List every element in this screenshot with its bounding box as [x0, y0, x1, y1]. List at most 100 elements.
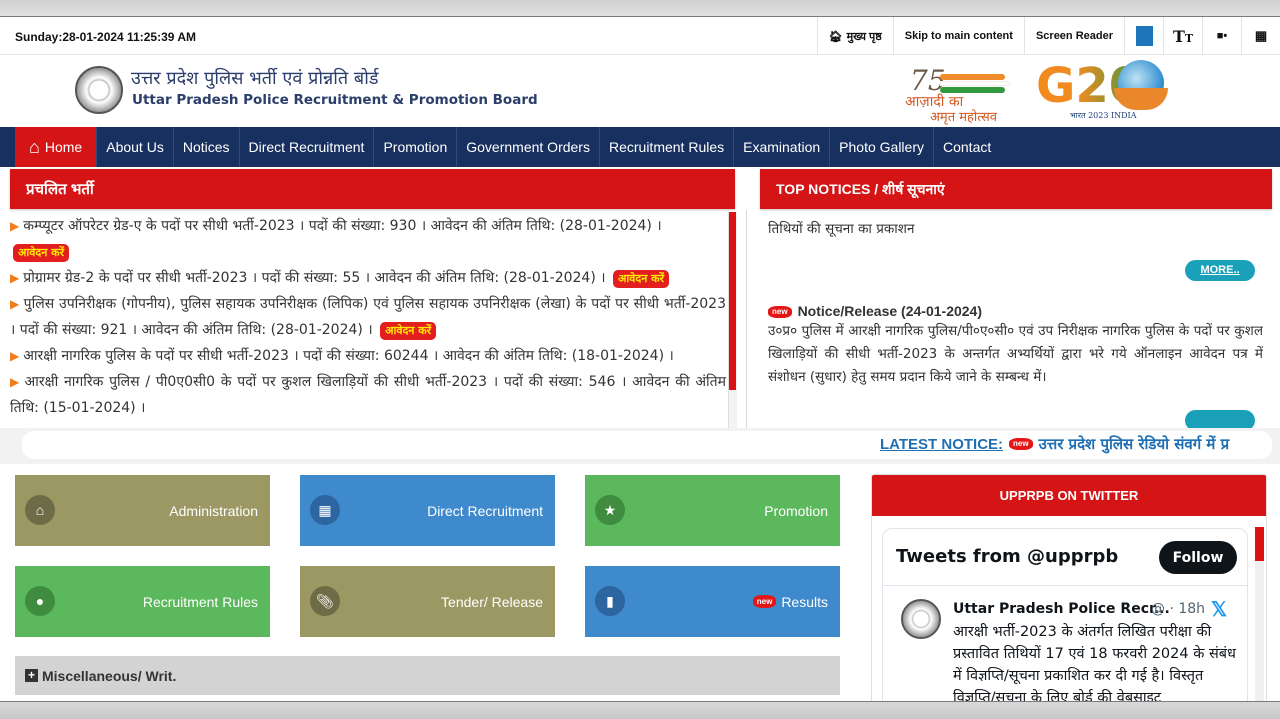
bookmark-icon: ▮ [595, 586, 625, 616]
nav-examination[interactable]: Examination [734, 127, 831, 167]
site-title-english: Uttar Pradesh Police Recruitment & Promo… [132, 92, 538, 108]
twitter-scrollbar-thumb[interactable] [1255, 527, 1264, 561]
nav-contact[interactable]: Contact [934, 127, 1000, 167]
twitter-separator [883, 585, 1247, 586]
miscellaneous-writ-accordion[interactable]: + Miscellaneous/ Writ. [15, 656, 840, 695]
nav-about-us[interactable]: About Us [97, 127, 174, 167]
nav-promotion[interactable]: Promotion [374, 127, 458, 167]
nav-home-label: Home [44, 139, 83, 155]
twitter-title[interactable]: Tweets from @upprpb [896, 546, 1118, 567]
avatar[interactable] [901, 599, 941, 639]
home-icon: ⌂ [25, 495, 55, 525]
more-button-2[interactable] [1185, 410, 1255, 430]
recruitment-item-text: आरक्षी नागरिक पुलिस / पी0ए0सी0 के पदों प… [10, 374, 726, 416]
person-icon: ● [25, 586, 55, 616]
tile-label: Results [781, 593, 828, 610]
tile-label: Promotion [764, 502, 828, 519]
social-media-button[interactable]: ■• [1202, 17, 1241, 55]
notice-text[interactable]: उ०प्र० पुलिस में आरक्षी नागरिक पुलिस/पी०… [768, 320, 1263, 389]
tile-label: Direct Recruitment [427, 502, 543, 519]
tile-tender-release[interactable]: 📎︎ Tender/ Release [300, 566, 555, 637]
apply-button[interactable]: आवेदन करें [13, 244, 70, 262]
recruitment-item-text: आरक्षी नागरिक पुलिस के पदों पर सीधी भर्त… [23, 348, 674, 364]
tile-label: Tender/ Release [441, 593, 543, 610]
current-recruitment-list: ▶ कम्प्यूटर ऑपरेटर ग्रेड-ए के पदों पर सीध… [0, 210, 736, 430]
x-logo-icon[interactable]: 𝕏 [1211, 597, 1227, 622]
apply-button[interactable]: आवेदन करें [613, 270, 670, 288]
arrow-right-icon: ▶ [10, 375, 21, 389]
arrow-right-icon: ▶ [10, 349, 20, 363]
nav-direct-recruitment[interactable]: Direct Recruitment [240, 127, 375, 167]
social-media-icon: ■• [1216, 30, 1228, 42]
color-theme-button[interactable] [1124, 17, 1163, 55]
panel-divider [746, 210, 747, 432]
nav-government-orders[interactable]: Government Orders [457, 127, 600, 167]
azadi-ka-amrit-mahotsav-logo: 75 आज़ादी का अमृत महोत्सव [900, 64, 1022, 125]
nav-recruitment-rules[interactable]: Recruitment Rules [600, 127, 735, 167]
medal-icon: ★ [595, 495, 625, 525]
tweet-author-name[interactable]: Uttar Pradesh Police Recr... [953, 601, 1170, 617]
recruitment-item[interactable]: ▶ आरक्षी नागरिक पुलिस / पी0ए0सी0 के पदों … [10, 369, 726, 421]
recruitment-item[interactable]: ▶ आरक्षी नागरिक पुलिस के पदों पर सीधी भर्… [10, 343, 726, 369]
home-hindi-label: मुख्य पृष्ठ [846, 30, 882, 43]
flag-stripe-white [940, 81, 1010, 86]
text-size-icon: TT [1172, 26, 1194, 46]
tile-promotion[interactable]: ★ Promotion [585, 475, 840, 546]
follow-button[interactable]: Follow [1159, 541, 1237, 574]
plus-icon: + [25, 669, 38, 682]
recruitment-item-text: कम्प्यूटर ऑपरेटर ग्रेड-ए के पदों पर सीधी… [23, 218, 662, 234]
sitemap-button[interactable]: ▦ [1241, 17, 1280, 55]
home-hindi-link[interactable]: 🏠︎ मुख्य पृष्ठ [816, 17, 893, 55]
recruitment-item-text: प्रोग्रामर ग्रेड-2 के पदों पर सीधी भर्ती… [23, 270, 606, 286]
g20-logo: G20 भारत 2023 INDIA [1036, 58, 1171, 124]
tile-label: Recruitment Rules [142, 593, 258, 610]
nav-notices[interactable]: Notices [174, 127, 240, 167]
nav-photo-gallery[interactable]: Photo Gallery [830, 127, 934, 167]
screen-reader-link[interactable]: Screen Reader [1023, 17, 1124, 55]
recruitment-item[interactable]: ▶ प्रोग्रामर ग्रेड-2 के पदों पर सीधी भर्त… [10, 265, 726, 291]
latest-notice-label[interactable]: LATEST NOTICE: [880, 436, 1003, 453]
text-size-button[interactable]: TT [1163, 17, 1202, 55]
tile-recruitment-rules[interactable]: ● Recruitment Rules [15, 566, 270, 637]
tile-direct-recruitment[interactable]: ▦ Direct Recruitment [300, 475, 555, 546]
misc-label: Miscellaneous/ Writ. [42, 667, 177, 684]
tile-label: Administration [169, 502, 258, 519]
twitter-panel: UPPRPB ON TWITTER Tweets from @upprpb Fo… [871, 474, 1267, 704]
site-title-hindi: उत्तर प्रदेश पुलिस भर्ती एवं प्रोन्नति ब… [131, 68, 379, 89]
recruitment-item-text: पुलिस उपनिरीक्षक (गोपनीय), पुलिस सहायक उ… [10, 296, 726, 338]
new-badge-icon: new [768, 305, 792, 318]
browser-chrome-bottom [0, 701, 1280, 719]
skip-to-main-content-link[interactable]: Skip to main content [892, 17, 1024, 55]
latest-notice-text[interactable]: उत्तर प्रदेश पुलिस रेडियो संवर्ग में प्र [1039, 434, 1230, 454]
board-emblem-logo[interactable] [75, 66, 123, 114]
home-icon: 🏠︎ [828, 30, 843, 43]
recruitment-item[interactable]: ▶ पुलिस उपनिरीक्षक (गोपनीय), पुलिस सहायक … [10, 291, 726, 343]
tweet-meta[interactable]: @ · 18h [1151, 601, 1205, 617]
browser-chrome-top [0, 0, 1280, 17]
latest-notice-marquee[interactable]: LATEST NOTICE: new उत्तर प्रदेश पुलिस रे… [880, 434, 1229, 454]
flag-stripe-saffron [940, 74, 1005, 80]
top-bar: Sunday:28-01-2024 11:25:39 AM 🏠︎ मुख्य प… [0, 17, 1280, 55]
more-button[interactable]: MORE.. [1185, 260, 1255, 281]
arrow-right-icon: ▶ [10, 271, 20, 285]
recruitment-item[interactable]: ▶ कम्प्यूटर ऑपरेटर ग्रेड-ए के पदों पर सीध… [10, 213, 726, 265]
tile-results[interactable]: ▮ new Results [585, 566, 840, 637]
arrow-right-icon: ▶ [10, 219, 20, 233]
twitter-heading: UPPRPB ON TWITTER [872, 475, 1266, 516]
sitemap-icon: ▦ [1254, 28, 1268, 43]
top-links: 🏠︎ मुख्य पृष्ठ Skip to main content Scre… [816, 17, 1280, 55]
top-notices-heading: TOP NOTICES / शीर्ष सूचनाएं [760, 169, 1272, 209]
new-badge-icon: new [752, 595, 777, 608]
new-badge-icon: new [1009, 438, 1033, 450]
contact-book-icon: ▦ [310, 495, 340, 525]
tile-administration[interactable]: ⌂ Administration [15, 475, 270, 546]
paperclip-icon: 📎︎ [310, 586, 340, 616]
notice-partial-text[interactable]: तिथियों की सूचना का प्रकाशन [768, 218, 914, 241]
color-theme-icon [1135, 26, 1153, 46]
apply-button[interactable]: आवेदन करें [380, 322, 437, 340]
home-icon: ⌂ [29, 136, 40, 157]
recruitment-scrollbar-thumb[interactable] [729, 212, 736, 390]
current-datetime: Sunday:28-01-2024 11:25:39 AM [15, 30, 196, 44]
nav-home[interactable]: ⌂ Home [15, 127, 98, 167]
main-nav: ⌂ Home About Us Notices Direct Recruitmen… [0, 127, 1280, 167]
